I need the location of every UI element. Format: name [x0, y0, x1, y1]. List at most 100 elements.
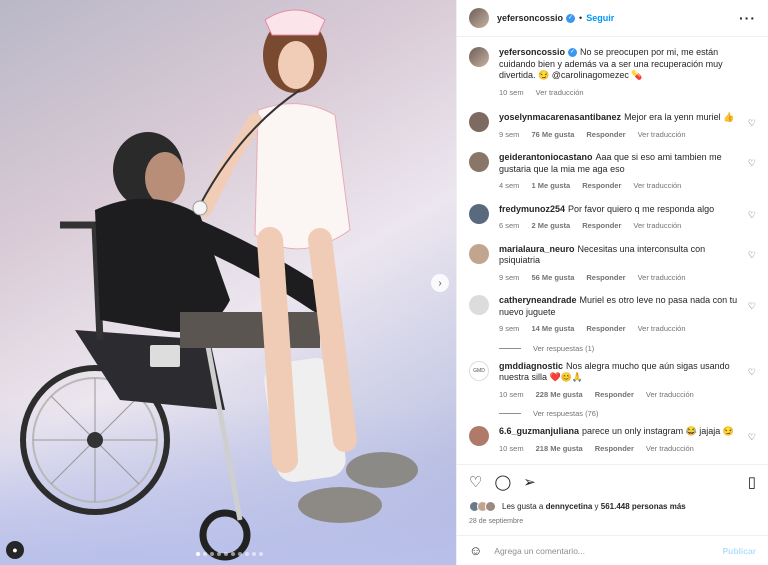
comment-likes[interactable]: 228 Me gusta — [536, 389, 583, 401]
replies-line — [499, 347, 521, 349]
likes-middle: y — [594, 502, 599, 511]
comment-likes[interactable]: 2 Me gusta — [531, 220, 570, 232]
commenter-avatar[interactable] — [469, 243, 489, 264]
comment-like-heart-icon[interactable]: ♡ — [748, 250, 756, 261]
carousel-dot — [252, 552, 256, 556]
reply-button[interactable]: Responder — [586, 323, 625, 335]
comment-like-heart-icon[interactable]: ♡ — [748, 118, 756, 129]
add-comment-bar: ☺ Agrega un comentario... Publicar — [457, 535, 768, 565]
reply-button[interactable]: Responder — [595, 443, 634, 455]
carousel-dot — [238, 552, 242, 556]
author-avatar[interactable] — [469, 47, 489, 67]
likes-prefix: Les gusta a — [502, 502, 544, 511]
post-header: yefersoncossio ✓ • Seguir ··· — [457, 0, 768, 37]
commenter-avatar[interactable] — [469, 295, 489, 315]
save-bookmark-icon[interactable]: ▯ — [748, 473, 756, 491]
carousel-dot — [245, 552, 249, 556]
author-username[interactable]: yefersoncossio — [497, 13, 563, 23]
reply-button[interactable]: Responder — [586, 272, 625, 284]
next-image-button[interactable]: › — [431, 274, 449, 292]
translate-link[interactable]: Ver traducción — [638, 272, 686, 284]
like-heart-icon[interactable]: ♡ — [469, 473, 482, 491]
comment-username[interactable]: marialaura_neuro — [499, 244, 575, 254]
comment-likes[interactable]: 14 Me gusta — [531, 323, 574, 335]
comment-username[interactable]: fredymunoz254 — [499, 204, 565, 214]
comment-input[interactable]: Agrega un comentario... — [494, 546, 722, 556]
carousel-dot — [231, 552, 235, 556]
comment: geiderantoniocastano Aaa que si eso ami t… — [469, 152, 756, 192]
comment-likes[interactable]: 56 Me gusta — [531, 272, 574, 284]
comment: 6.6_guzmanjuliana parece un only instagra… — [469, 426, 756, 454]
reply-button[interactable]: Responder — [582, 180, 621, 192]
commenter-avatar[interactable] — [469, 112, 489, 132]
reply-button[interactable]: Responder — [582, 220, 621, 232]
reply-button[interactable]: Responder — [586, 129, 625, 141]
carousel-dot — [196, 552, 200, 556]
likes-summary: Les gusta a dennycetina y 561.448 person… — [469, 501, 756, 512]
comment: marialaura_neuro Necesitas una interconsu… — [469, 243, 756, 284]
translate-link[interactable]: Ver traducción — [638, 323, 686, 335]
translate-link[interactable]: Ver traducción — [633, 220, 681, 232]
verified-icon: ✓ — [566, 13, 576, 23]
translate-link[interactable]: Ver traducción — [646, 443, 694, 455]
caption: yefersoncossio ✓ No se preocupen por mi, m… — [469, 47, 756, 98]
verified-icon: ✓ — [568, 48, 578, 58]
reply-button[interactable]: Responder — [595, 389, 634, 401]
comment-like-heart-icon[interactable]: ♡ — [748, 301, 756, 312]
comment-username[interactable]: yoselynmacarenasantibanez — [499, 112, 621, 122]
more-options-icon[interactable]: ··· — [739, 10, 756, 26]
commenter-avatar[interactable] — [469, 203, 489, 224]
commenter-avatar[interactable] — [469, 426, 489, 446]
user-tag-icon[interactable]: ● — [6, 541, 24, 559]
translate-link[interactable]: Ver traducción — [633, 180, 681, 192]
view-replies-label[interactable]: Ver respuestas (1) — [533, 344, 594, 353]
caption-username[interactable]: yefersoncossio — [499, 47, 565, 57]
comment-bubble-icon[interactable]: ◯ — [494, 473, 511, 491]
comment-likes[interactable]: 218 Me gusta — [536, 443, 583, 455]
comment-like-heart-icon[interactable]: ♡ — [748, 158, 756, 169]
comments-list[interactable]: yefersoncossio ✓ No se preocupen por mi, m… — [457, 37, 768, 464]
comment-time: 9 sem — [499, 129, 520, 139]
likes-user[interactable]: dennycetina — [546, 502, 593, 511]
comment-like-heart-icon[interactable]: ♡ — [748, 367, 756, 378]
view-replies-label[interactable]: Ver respuestas (76) — [533, 409, 598, 418]
comment-like-heart-icon[interactable]: ♡ — [748, 432, 756, 443]
carousel-dot — [203, 552, 207, 556]
comment-time: 10 sem — [499, 389, 524, 399]
view-replies-button[interactable]: Ver respuestas (1) — [499, 344, 756, 353]
comment-text: Por favor quiero q me responda algo — [568, 203, 715, 214]
follow-button[interactable]: Seguir — [586, 13, 614, 23]
comment: fredymunoz254 Por favor quiero q me respo… — [469, 203, 756, 232]
view-replies-button[interactable]: Ver respuestas (76) — [499, 409, 756, 418]
translate-link[interactable]: Ver traducción — [638, 129, 686, 141]
comment: GMD gmddiagnostic Nos alegra mucho que aún… — [469, 360, 756, 401]
translate-link[interactable]: Ver traducción — [646, 389, 694, 401]
liker-avatars — [469, 501, 496, 512]
separator-dot: • — [579, 13, 583, 23]
likes-count[interactable]: 561.448 personas más — [601, 502, 686, 511]
comment-time: 9 sem — [499, 272, 520, 282]
caption-translate-link[interactable]: Ver traducción — [536, 87, 584, 99]
share-paper-plane-icon[interactable]: ➢ — [523, 473, 536, 491]
comment-username[interactable]: gmddiagnostic — [499, 361, 563, 371]
post-media[interactable]: › ● — [0, 0, 456, 565]
post-side-panel: yefersoncossio ✓ • Seguir ··· yefersonco… — [456, 0, 768, 565]
post-date: 28 de septiembre — [469, 518, 524, 525]
comment-username[interactable]: 6.6_guzmanjuliana — [499, 426, 579, 436]
replies-line — [499, 413, 521, 414]
comment-username[interactable]: catheryneandrade — [499, 295, 577, 305]
emoji-icon[interactable]: ☺ — [469, 543, 482, 558]
comment-username[interactable]: geiderantoniocastano — [499, 152, 593, 162]
comment-like-heart-icon[interactable]: ♡ — [748, 210, 756, 221]
carousel-dot — [210, 552, 214, 556]
commenter-avatar[interactable] — [469, 152, 489, 172]
publish-button[interactable]: Publicar — [722, 546, 756, 556]
commenter-avatar[interactable]: GMD — [469, 360, 489, 381]
comment-likes[interactable]: 76 Me gusta — [531, 129, 574, 141]
comment-text: Mejor era la yenn muriel 👍 — [624, 112, 735, 122]
author-avatar[interactable] — [469, 8, 489, 28]
comment-time: 9 sem — [499, 324, 520, 333]
comment-time: 4 sem — [499, 181, 520, 190]
comment-time: 6 sem — [499, 221, 520, 230]
comment-likes[interactable]: 1 Me gusta — [531, 180, 570, 192]
